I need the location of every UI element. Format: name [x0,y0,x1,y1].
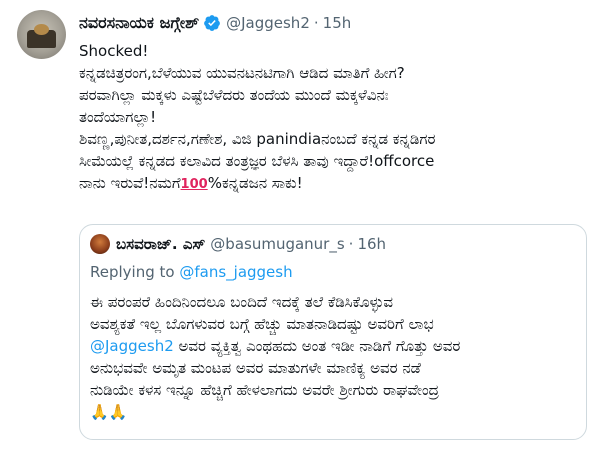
quoted-line: ಅನುಭವವೇ ಅಮೃತ ಮಂಟಪ ಅವರ ಮಾತುಗಳೇ ಮಾಣಿಕ್ಯ ಅವ… [90,359,421,377]
author-name[interactable]: ನವರಸನಾಯಕ ಜಗ್ಗೇಶ್ [79,13,199,33]
tweet-line: ಕನ್ನಡಚಿತ್ರರಂಗ,ಬೆಳೆಯುವ ಯುವನಟನಟಿಗಾಗಿ ಆಡಿದ … [79,64,405,82]
quoted-line-rest: ಅವರ ವ್ಯಕ್ತಿತ್ವ ಎಂಥಹದು ಅಂತ ಇಡೀ ನಾಡಿಗೆ ಗೊತ… [173,337,461,355]
quoted-header-separator: · [348,235,354,253]
replying-prefix: Replying to [90,263,175,281]
quoted-tweet-time: 16h [357,235,387,253]
avatar-face [34,24,49,35]
replying-mention-link[interactable]: @fans_jaggesh [179,263,292,281]
tweet-time[interactable]: 15h [323,14,352,32]
quoted-line-mention: @Jaggesh2 ಅವರ ವ್ಯಕ್ತಿತ್ವ ಎಂಥಹದು ಅಂತ ಇಡೀ … [90,335,585,357]
tweet-header: ನವರಸನಾಯಕ ಜಗ್ಗೇಶ್ @Jaggesh2 · 15h [79,12,351,34]
tweet-line-prefix: ನಾನು ಇರುವೆ!ನಮಗೆ [79,174,181,192]
hundred-points-emoji: 100 [180,177,208,192]
quoted-line: ಈ ಪರಂಪರೆ ಹಿಂದಿನಿಂದಲೂ ಬಂದಿದೆ ಇದಕ್ಕೆ ತಲೆ ಕ… [90,293,394,311]
tweet-body: Shocked! ಕನ್ನಡಚಿತ್ರರಂಗ,ಬೆಳೆಯುವ ಯುವನಟನಟಿಗ… [79,40,599,196]
tweet-line: Shocked! [79,42,149,60]
quoted-tweet-header: ಬಸವರಾಜ್. ಎಸ್ @basumuganur_s · 16h [90,234,386,254]
quoted-tweet[interactable]: ಬಸವರಾಜ್. ಎಸ್ @basumuganur_s · 16h Replyi… [79,224,587,440]
quoted-author-avatar [90,234,110,254]
tweet-card: ನವರಸನಾಯಕ ಜಗ್ಗೇಶ್ @Jaggesh2 · 15h Shocked… [0,0,600,450]
header-separator: · [313,14,319,32]
quoted-line: ನುಡಿಯೇ ಕಳಸ ಇನ್ನೂ ಹೆಚ್ಚಿಗೆ ಹೇಳಲಾಗದು ಅವರೇ … [90,381,439,399]
quoted-author-handle: @basumuganur_s [210,235,345,253]
author-handle[interactable]: @Jaggesh2 [226,14,310,32]
replying-to: Replying to @fans_jaggesh [90,263,293,281]
verified-badge-icon [204,15,220,31]
tweet-line: ತಂದೆಯಾಗಲ್ಲಾ! [79,108,157,126]
tweet-line: ಸೀಮೆಯಲ್ಲೆ ಕನ್ನಡದ ಕಲಾವಿದ ತಂತ್ರಜ್ಞರ ಬೆಳಸಿ … [79,152,435,170]
quoted-tweet-body: ಈ ಪರಂಪರೆ ಹಿಂದಿನಿಂದಲೂ ಬಂದಿದೆ ಇದಕ್ಕೆ ತಲೆ ಕ… [90,291,585,423]
tweet-line: ಪರವಾಗಿಲ್ಲಾ ಮಕ್ಕಳು ಎಷ್ಟೆಬೆಳೆದರು ತಂದೆಯ ಮುಂ… [79,86,389,104]
author-avatar[interactable] [17,10,66,59]
quoted-author-name: ಬಸವರಾಜ್. ಎಸ್ [116,235,206,253]
quoted-mention-link[interactable]: @Jaggesh2 [90,337,174,355]
tweet-line-last: ನಾನು ಇರುವೆ!ನಮಗೆ100%ಕನ್ನಡಜನ ಸಾಕು! [79,172,599,196]
tweet-line-suffix: %ಕನ್ನಡಜನ ಸಾಕು! [207,174,303,192]
tweet-line: ಶಿವಣ್ಣ,ಪುನೀತ,ದರ್ಶನ,ಗಣೇಶ, ವಿಜಿ panindiaನಂ… [79,130,436,148]
folded-hands-emoji: 🙏🙏 [90,403,128,421]
quoted-line: ಅವಶ್ಯಕತೆ ಇಲ್ಲ ಬೊಗಳುವರ ಬಗ್ಗೆ ಹೆಚ್ಚು ಮಾತನಾ… [90,315,434,333]
